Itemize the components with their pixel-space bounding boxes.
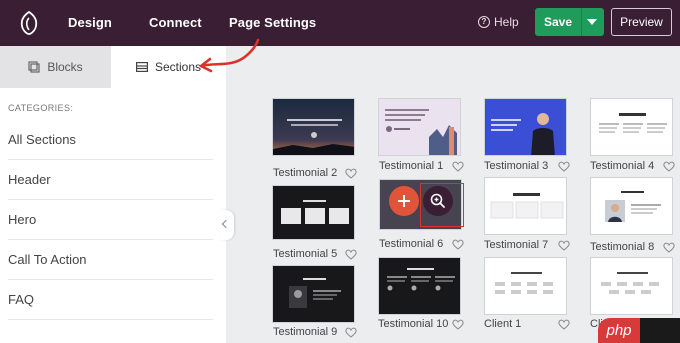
dark-photo-preview-image [273, 266, 354, 322]
save-divider [581, 8, 582, 36]
section-thumbnail[interactable] [484, 98, 567, 156]
help-label: Help [494, 15, 519, 29]
question-icon: ? [478, 16, 490, 28]
section-label: Testimonial 9 [273, 326, 338, 338]
category-all-sections[interactable]: All Sections [8, 120, 213, 160]
clients-preview-image [485, 258, 566, 314]
section-thumbnail[interactable] [378, 257, 461, 315]
heart-icon[interactable] [452, 319, 464, 330]
section-label: Testimonial 2 [273, 167, 338, 179]
category-faq[interactable]: FAQ [8, 280, 213, 320]
nav-design[interactable]: Design [68, 15, 112, 30]
preview-button[interactable]: Preview [611, 8, 672, 36]
add-section-button[interactable] [389, 186, 419, 216]
heart-icon[interactable] [345, 327, 357, 338]
section-label: Testimonial 7 [484, 239, 549, 251]
section-thumbnail[interactable] [484, 177, 567, 235]
sidebar-tabs: Blocks Sections [0, 46, 226, 88]
white-photo-preview-image [591, 178, 672, 234]
section-thumbnail[interactable] [272, 98, 355, 156]
section-thumbnail[interactable] [590, 98, 673, 156]
top-bar: Design Connect Page Settings ? Help Save… [0, 0, 680, 46]
category-hero[interactable]: Hero [8, 200, 213, 240]
heart-icon[interactable] [558, 161, 570, 172]
heart-icon[interactable] [345, 249, 357, 260]
highlight-box [420, 183, 464, 227]
save-label: Save [543, 15, 573, 29]
tab-blocks[interactable]: Blocks [0, 46, 111, 88]
chevron-down-icon[interactable] [587, 19, 597, 25]
heart-icon[interactable] [345, 168, 357, 179]
section-label: Testimonial 6 [379, 238, 444, 250]
section-label: Testimonial 10 [378, 318, 449, 330]
heart-icon[interactable] [663, 161, 675, 172]
category-call-to-action[interactable]: Call To Action [8, 240, 213, 280]
heart-icon[interactable] [663, 242, 675, 253]
section-label: Testimonial 5 [273, 248, 338, 260]
seedprod-logo-icon[interactable] [18, 10, 40, 36]
annotation-arrow-icon [199, 38, 260, 73]
heart-icon[interactable] [558, 240, 570, 251]
save-button[interactable]: Save [535, 8, 604, 36]
heart-icon[interactable] [452, 161, 464, 172]
blocks-icon [28, 61, 40, 73]
sections-icon [135, 62, 148, 72]
section-label: Testimonial 4 [590, 160, 655, 172]
white-three-col-preview-image [591, 99, 672, 155]
section-thumbnail[interactable] [378, 98, 461, 156]
sidebar: Blocks Sections CATEGORIES: All Sections… [0, 46, 226, 343]
clients-grid-preview-image [591, 258, 672, 314]
section-label: Testimonial 8 [590, 241, 655, 253]
section-label: Testimonial 1 [379, 160, 444, 172]
watermark-dark-block [640, 318, 680, 343]
php-watermark: php [598, 318, 640, 343]
white-cards-preview-image [485, 178, 566, 234]
dark-three-card-preview-image [273, 186, 354, 239]
section-label: Testimonial 3 [484, 160, 549, 172]
category-header[interactable]: Header [8, 160, 213, 200]
section-label: Client 1 [484, 318, 522, 330]
blue-person-preview-image [485, 99, 566, 155]
heart-icon[interactable] [452, 239, 464, 250]
categories-heading: CATEGORIES: [8, 103, 74, 113]
help-link[interactable]: ? Help [478, 15, 519, 29]
lavender-preview-image [379, 99, 460, 155]
sunset-preview-image [273, 99, 354, 155]
nav-page-settings[interactable]: Page Settings [229, 15, 316, 30]
heart-icon[interactable] [558, 319, 570, 330]
section-thumbnail[interactable] [590, 177, 673, 235]
dark-columns-preview-image [379, 258, 460, 314]
tab-blocks-label: Blocks [47, 60, 83, 74]
tab-sections-label: Sections [154, 60, 202, 74]
nav-connect[interactable]: Connect [149, 15, 202, 30]
section-thumbnail[interactable] [272, 265, 355, 323]
section-thumbnail[interactable] [272, 185, 355, 240]
section-thumbnail[interactable] [484, 257, 567, 315]
sidebar-collapse-handle[interactable] [220, 210, 234, 240]
section-thumbnail[interactable] [590, 257, 673, 315]
